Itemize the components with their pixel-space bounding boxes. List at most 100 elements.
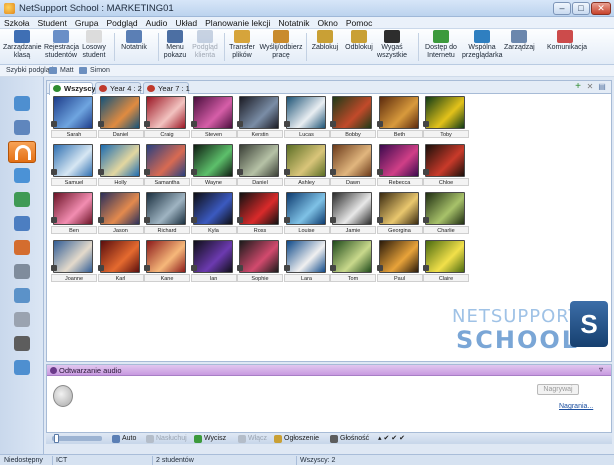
student-thumbnail[interactable]: Joanne bbox=[51, 240, 97, 286]
speaker-icon bbox=[144, 217, 150, 223]
student-thumbnail[interactable]: Wayne bbox=[190, 144, 237, 190]
student-thumbnail[interactable]: Jamie bbox=[330, 192, 376, 238]
student-thumbnail[interactable]: Karl bbox=[97, 240, 144, 286]
toolbar-button-9[interactable]: Odblokuj bbox=[344, 30, 374, 64]
tab-menu-icon[interactable]: ▤ bbox=[597, 82, 607, 92]
student-thumbnail[interactable]: Louise bbox=[283, 192, 330, 238]
student-thumbnail[interactable]: Dawn bbox=[330, 144, 376, 190]
toolbar-button-8[interactable]: Zablokuj bbox=[310, 30, 340, 64]
sidebar-item-disc[interactable] bbox=[8, 309, 36, 331]
sidebar-item-chart[interactable] bbox=[8, 357, 36, 379]
menu-podglad[interactable]: Podgląd bbox=[102, 17, 141, 29]
student-thumbnail[interactable]: Kane bbox=[144, 240, 190, 286]
student-thumbnail[interactable]: Rebecca bbox=[376, 144, 423, 190]
record-button[interactable]: Nagrywaj bbox=[537, 384, 579, 395]
maximize-button[interactable]: □ bbox=[572, 2, 590, 15]
toolbar-button-3[interactable]: Notatnik bbox=[120, 30, 148, 64]
listen-button[interactable]: Nasłuchuj bbox=[146, 434, 187, 444]
student-thumbnail[interactable]: Georgina bbox=[376, 192, 423, 238]
menu-okno[interactable]: Okno bbox=[314, 17, 342, 29]
student-thumbnail[interactable]: Richard bbox=[144, 192, 190, 238]
menu-pomoc[interactable]: Pomoc bbox=[342, 17, 376, 29]
announce-button[interactable]: Ogłoszenie bbox=[274, 434, 319, 444]
menu-audio[interactable]: Audio bbox=[142, 17, 172, 29]
student-thumbnail[interactable]: Toby bbox=[423, 96, 469, 142]
toolbar-button-0[interactable]: Zarządzanie klasą bbox=[3, 30, 42, 64]
sidebar-item-thumbnail[interactable] bbox=[8, 117, 36, 139]
tab-year-7[interactable]: Year 7 : 1 bbox=[143, 82, 190, 94]
student-thumbnail[interactable]: Samuel bbox=[51, 144, 97, 190]
student-thumbnail[interactable]: Daniel bbox=[237, 144, 283, 190]
toolbar-button-14[interactable]: Komunikacja bbox=[547, 30, 587, 64]
sidebar-item-printer[interactable] bbox=[8, 261, 36, 283]
student-thumbnail[interactable]: Lara bbox=[283, 240, 330, 286]
student-thumbnail[interactable]: Sophie bbox=[237, 240, 283, 286]
volume-button[interactable]: Głośność bbox=[330, 434, 369, 444]
student-thumbnail[interactable]: Craig bbox=[144, 96, 190, 142]
student-name: Kyla bbox=[190, 226, 237, 234]
sidebar-item-home[interactable] bbox=[8, 93, 36, 115]
toolbar-button-4[interactable]: Menu pokazu bbox=[163, 30, 187, 64]
menu-notatnik[interactable]: Notatnik bbox=[274, 17, 313, 29]
toolbar-button-11[interactable]: Dostęp do Internetu bbox=[424, 30, 458, 64]
tab-year-4[interactable]: Year 4 : 2 bbox=[95, 82, 142, 94]
student-thumbnail[interactable]: Chloe bbox=[423, 144, 469, 190]
student-thumbnail[interactable]: Beth bbox=[376, 96, 423, 142]
menu-planowanie-lekcji[interactable]: Planowanie lekcji bbox=[201, 17, 274, 29]
toolbar-button-7[interactable]: Wyślij/odbierz pracę bbox=[258, 30, 304, 64]
student-thumbnail[interactable]: Kerstin bbox=[237, 96, 283, 142]
auto-button[interactable]: Auto bbox=[112, 434, 136, 444]
volume-slider[interactable] bbox=[52, 434, 102, 443]
sidebar-item-window[interactable] bbox=[8, 213, 36, 235]
menu-grupa[interactable]: Grupa bbox=[71, 17, 103, 29]
toolbar-button-13[interactable]: Zarządzaj bbox=[504, 30, 535, 64]
student-thumbnail[interactable]: Claire bbox=[423, 240, 469, 286]
toolbar-button-10[interactable]: Wygaś wszystkie bbox=[376, 30, 408, 64]
student-name: Kerstin bbox=[237, 130, 283, 138]
student-thumbnail[interactable]: Ian bbox=[190, 240, 237, 286]
toolbar-button-5[interactable]: Podgląd klienta bbox=[190, 30, 220, 64]
student-thumbnail[interactable]: Paul bbox=[376, 240, 423, 286]
student-thumbnail[interactable]: Holly bbox=[97, 144, 144, 190]
quick-view-matt[interactable]: Matt bbox=[60, 66, 74, 76]
toolbar-button-1[interactable]: Rejestracja studentów bbox=[44, 30, 79, 64]
recordings-link[interactable]: Nagrania... bbox=[559, 403, 593, 410]
student-thumbnail[interactable]: Samantha bbox=[144, 144, 190, 190]
unmute-button[interactable]: Włącz bbox=[238, 434, 267, 444]
student-thumbnail[interactable]: Bobby bbox=[330, 96, 376, 142]
student-thumbnail[interactable]: Sarah bbox=[51, 96, 97, 142]
sidebar-item-headphones[interactable] bbox=[8, 141, 36, 163]
toolbar-button-2[interactable]: Losowy student bbox=[80, 30, 108, 64]
student-thumbnail[interactable]: Tom bbox=[330, 240, 376, 286]
menu-uklad[interactable]: Układ bbox=[171, 17, 201, 29]
sidebar-item-user[interactable] bbox=[8, 285, 36, 307]
student-thumbnail[interactable]: Lucas bbox=[283, 96, 330, 142]
student-thumbnail[interactable]: Ben bbox=[51, 192, 97, 238]
toolbar-button-6[interactable]: Transfer plików bbox=[228, 30, 256, 64]
close-button[interactable]: ✕ bbox=[591, 2, 611, 15]
menu-szkola[interactable]: Szkoła bbox=[0, 17, 34, 29]
add-tab-icon[interactable]: + bbox=[573, 82, 583, 92]
student-thumbnail[interactable]: Ross bbox=[237, 192, 283, 238]
student-thumbnail[interactable]: Kyla bbox=[190, 192, 237, 238]
menu-student[interactable]: Student bbox=[34, 17, 71, 29]
check-icons[interactable]: ▴ ✔ ✔ ✔ bbox=[378, 434, 405, 444]
sidebar-item-keyboard[interactable] bbox=[8, 333, 36, 355]
tab-wszyscy[interactable]: Wszyscy: 2 bbox=[49, 82, 104, 95]
student-thumbnail[interactable]: Steven bbox=[190, 96, 237, 142]
mute-button[interactable]: Wycisz bbox=[194, 434, 226, 444]
speaker-icon bbox=[376, 121, 383, 127]
student-thumbnail[interactable]: Charlie bbox=[423, 192, 469, 238]
minimize-button[interactable]: – bbox=[553, 2, 571, 15]
quick-view-simon[interactable]: Simon bbox=[90, 66, 110, 76]
toolbar-button-12[interactable]: Wspólna przeglądarka bbox=[462, 30, 502, 64]
sidebar-item-pie[interactable] bbox=[8, 237, 36, 259]
remove-tab-icon[interactable]: ✕ bbox=[585, 82, 595, 92]
collapse-chevron-icon[interactable]: ▿ bbox=[599, 365, 603, 374]
student-thumbnail[interactable]: Jason bbox=[97, 192, 144, 238]
student-thumbnail[interactable]: Ashley bbox=[283, 144, 330, 190]
sidebar-item-question[interactable] bbox=[8, 165, 36, 187]
sidebar-item-globe[interactable] bbox=[8, 189, 36, 211]
slider-knob[interactable] bbox=[54, 434, 59, 443]
student-thumbnail[interactable]: Daniel bbox=[97, 96, 144, 142]
